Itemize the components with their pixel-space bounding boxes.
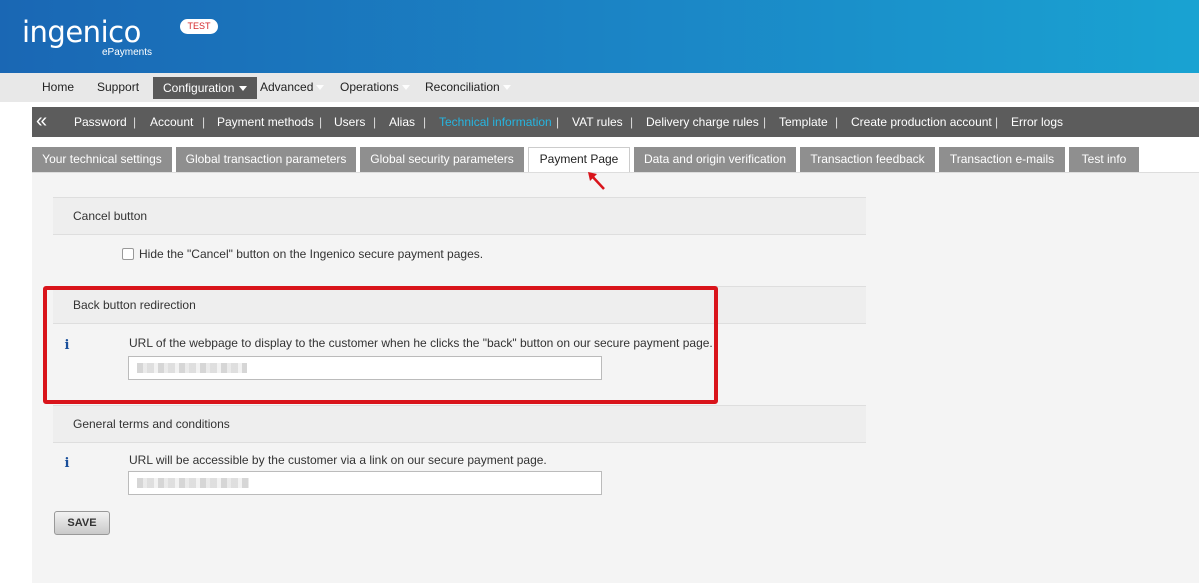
tab-global-transaction-parameters[interactable]: Global transaction parameters	[176, 147, 356, 172]
nav-reconciliation[interactable]: Reconciliation	[425, 73, 511, 102]
subnav-separator: |	[319, 115, 323, 129]
subnav-separator: |	[835, 115, 839, 129]
collapse-menu-icon[interactable]: «	[36, 110, 47, 132]
tab-payment-page[interactable]: Payment Page	[528, 147, 630, 173]
chevron-down-icon	[401, 85, 410, 91]
nav-reconciliation-label: Reconciliation	[425, 80, 500, 94]
nav-home[interactable]: Home	[42, 73, 74, 102]
highlight-box	[43, 286, 718, 404]
subnav-separator: |	[995, 115, 999, 129]
tab-transaction-emails[interactable]: Transaction e-mails	[939, 147, 1065, 172]
subnav-separator: |	[630, 115, 634, 129]
chevron-down-icon	[316, 85, 325, 91]
logo-wordmark: ingenico	[22, 15, 141, 49]
nav-operations-label: Operations	[340, 80, 399, 94]
nav-advanced[interactable]: Advanced	[260, 73, 325, 102]
subnav-create-production-account[interactable]: Create production account	[851, 107, 992, 137]
tab-your-technical-settings[interactable]: Your technical settings	[32, 147, 172, 172]
tab-test-info[interactable]: Test info	[1069, 147, 1139, 172]
subnav-payment-methods[interactable]: Payment methods	[217, 107, 314, 137]
top-header: ingenico ePayments TEST	[0, 0, 1199, 73]
subnav-separator: |	[423, 115, 427, 129]
logo-subtitle: ePayments	[102, 47, 153, 58]
redacted-url-value	[137, 478, 249, 488]
hide-cancel-label: Hide the "Cancel" button on the Ingenico…	[139, 247, 484, 261]
subnav-error-logs[interactable]: Error logs	[1011, 107, 1063, 137]
nav-configuration[interactable]: Configuration	[153, 77, 258, 99]
subnav-delivery-charge-rules[interactable]: Delivery charge rules	[646, 107, 759, 137]
nav-configuration-label: Configuration	[163, 81, 235, 95]
nav-advanced-label: Advanced	[260, 80, 314, 94]
subnav-separator: |	[556, 115, 560, 129]
subnav-users[interactable]: Users	[334, 107, 365, 137]
terms-url-description: URL will be accessible by the customer v…	[129, 453, 547, 467]
section-header-terms: General terms and conditions	[53, 405, 866, 443]
nav-operations[interactable]: Operations	[340, 73, 410, 102]
subnav-separator: |	[763, 115, 767, 129]
hide-cancel-checkbox[interactable]	[122, 248, 134, 260]
chevron-down-icon	[502, 85, 511, 91]
subnav-alias[interactable]: Alias	[389, 107, 415, 137]
ingenico-logo[interactable]: ingenico ePayments	[22, 15, 152, 58]
subnav-separator: |	[202, 115, 206, 129]
tab-transaction-feedback[interactable]: Transaction feedback	[800, 147, 935, 172]
environment-badge: TEST	[180, 19, 218, 34]
info-icon[interactable]: i	[60, 457, 74, 471]
tab-global-security-parameters[interactable]: Global security parameters	[360, 147, 524, 172]
subnav-template[interactable]: Template	[779, 107, 828, 137]
subnav-vat-rules[interactable]: VAT rules	[572, 107, 623, 137]
terms-url-input[interactable]	[128, 471, 602, 495]
tab-data-and-origin-verification[interactable]: Data and origin verification	[634, 147, 796, 172]
nav-support[interactable]: Support	[97, 73, 139, 102]
chevron-down-icon	[239, 86, 248, 92]
subnav-separator: |	[373, 115, 377, 129]
save-button[interactable]: SAVE	[54, 511, 110, 535]
subnav-account[interactable]: Account	[150, 107, 193, 137]
subnav-separator: |	[133, 115, 137, 129]
main-navigation: Home Support Configuration Advanced Oper…	[0, 73, 1199, 102]
subnav-technical-information[interactable]: Technical information	[439, 107, 552, 137]
annotation-arrow-icon	[588, 172, 605, 190]
section-header-cancel: Cancel button	[53, 197, 866, 235]
configuration-subnav: « Password | Account | Payment methods |…	[32, 107, 1199, 137]
subnav-password[interactable]: Password	[74, 107, 127, 137]
